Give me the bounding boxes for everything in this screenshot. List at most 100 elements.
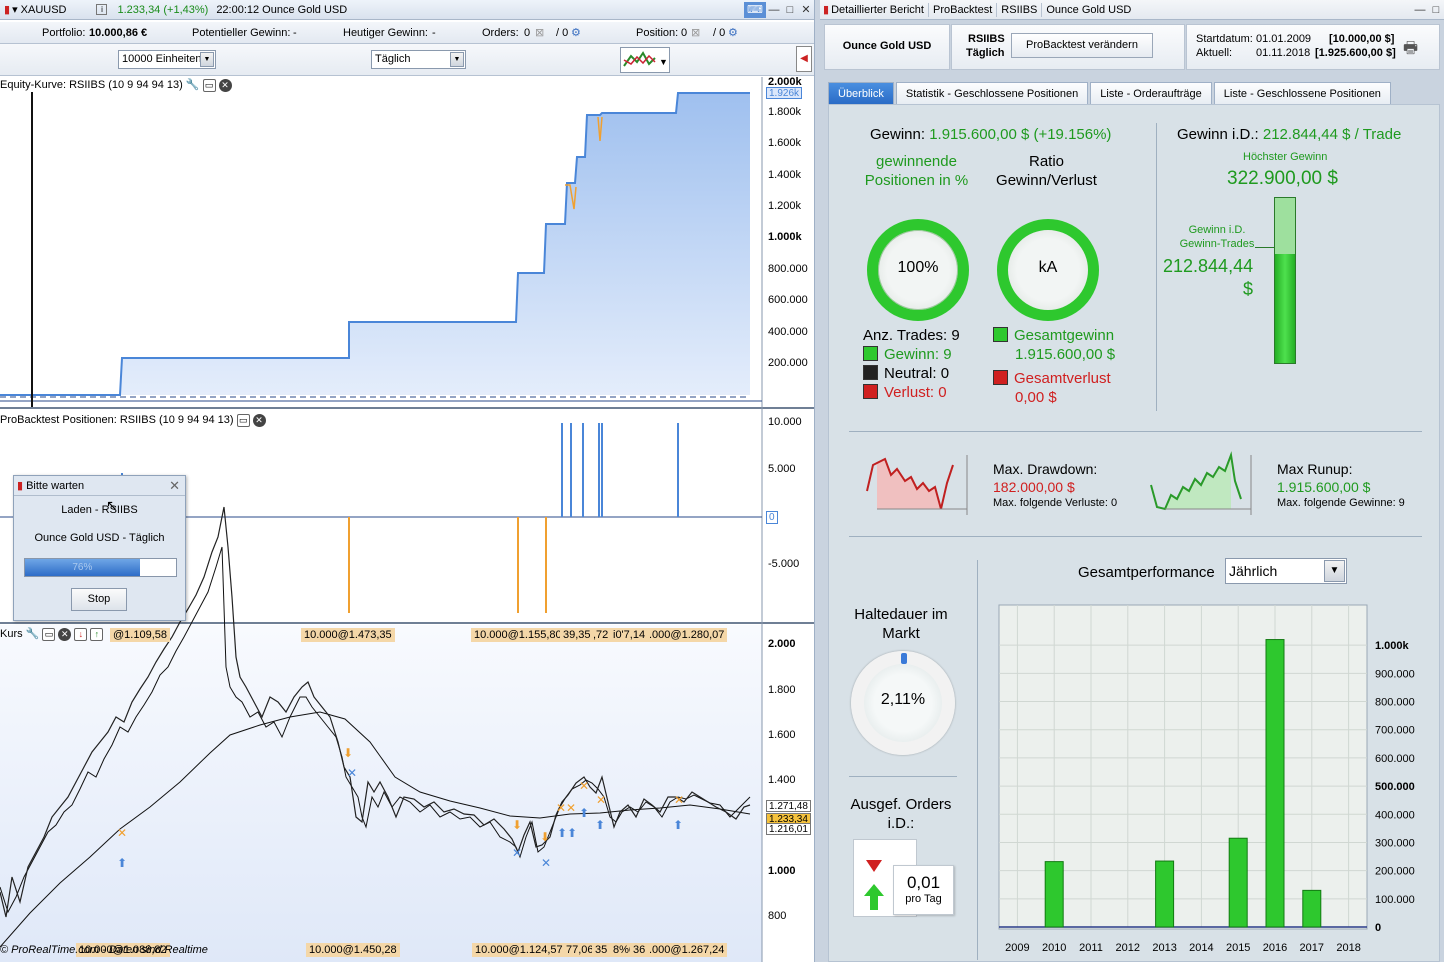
close-button[interactable]: ✕: [798, 2, 814, 18]
wrench-icon[interactable]: 🔧: [186, 78, 200, 93]
svg-text:✕: ✕: [117, 826, 127, 840]
orders-cancel-icon[interactable]: ⊠: [535, 26, 544, 39]
svg-text:✕: ✕: [512, 846, 522, 860]
minimize-button[interactable]: —: [1412, 2, 1428, 18]
quote-label: 1.233,34 (+1,43%): [117, 3, 209, 16]
sell-icon[interactable]: ↓: [74, 628, 88, 641]
total-gain-label: Gesamtgewinn: [1014, 327, 1115, 344]
chevron-down-icon: ▼: [1324, 560, 1345, 582]
svg-text:⬆: ⬆: [579, 806, 589, 820]
orders-gear-icon[interactable]: ⚙: [571, 26, 581, 39]
trade-tag: 35: [592, 943, 611, 957]
black-square-icon: [863, 365, 878, 380]
winning-label: gewinnende Positionen in %: [864, 153, 969, 189]
avg-gain-label: Gewinn i.D.:: [1177, 126, 1259, 143]
wrench-icon[interactable]: 🔧: [26, 627, 40, 642]
y-tick-label: 0: [766, 511, 778, 524]
ratio-label: Ratio Gewinn/Verlust: [996, 153, 1097, 189]
window-icon[interactable]: ▭: [202, 79, 216, 92]
info-icon[interactable]: i: [96, 4, 108, 15]
window-icon[interactable]: ▭: [42, 628, 56, 641]
day-gain-value: -: [432, 26, 436, 39]
y-tick-label: -5.000: [768, 558, 800, 570]
gain-value: 1.915.600,00 $ (+19.156%): [929, 126, 1112, 143]
max-gain-label: Höchster Gewinn: [1243, 151, 1328, 163]
gain-gauge-bar: [1274, 197, 1296, 364]
report-window: ▮ Detaillierter Bericht ProBacktest RSII…: [820, 0, 1444, 962]
position-cancel-icon[interactable]: ⊠: [691, 26, 700, 39]
tab-statistics[interactable]: Statistik - Geschlossene Positionen: [895, 82, 1089, 104]
maximize-button[interactable]: □: [782, 2, 798, 18]
pot-gain-value: -: [293, 26, 297, 39]
total-loss-label: Gesamtverlust: [1014, 370, 1111, 387]
y-tick-label: 200.000: [1375, 866, 1415, 878]
instrument-box: Ounce Gold USD: [824, 24, 950, 70]
candle-icon: ▮: [4, 4, 11, 16]
y-tick-label: 1.800: [768, 684, 796, 696]
y-tick-label: 800.000: [768, 263, 808, 275]
start-capital: [10.000,00 $]: [1329, 33, 1395, 45]
maximize-button[interactable]: □: [1428, 2, 1444, 18]
minimize-button[interactable]: —: [766, 2, 782, 18]
perf-select[interactable]: Jährlich ▼: [1225, 558, 1347, 584]
window-icon[interactable]: ▭: [236, 414, 250, 427]
orders-unit: pro Tag: [905, 893, 942, 905]
current-label: Aktuell:: [1196, 47, 1233, 59]
x-tick-label: 2015: [1226, 942, 1250, 954]
buy-icon[interactable]: ↑: [90, 628, 104, 641]
total-gain-row: Gesamtgewinn: [993, 327, 1114, 344]
modify-backtest-button[interactable]: ProBacktest verändern: [1011, 33, 1153, 58]
trade-tag: ,72: [590, 628, 612, 642]
equity-panel-header: Equity-Kurve: RSIIBS (10 9 94 94 13) 🔧 ▭…: [0, 78, 232, 93]
close-icon[interactable]: ✕: [218, 79, 232, 92]
tab-orders[interactable]: Liste - Orderaufträge: [1090, 82, 1212, 104]
x-tick-label: 2018: [1336, 942, 1360, 954]
drawdown-label: Max. Drawdown:: [993, 461, 1098, 477]
position-count: 0: [681, 26, 688, 39]
y-tick-label: 10.000: [768, 416, 802, 428]
units-select[interactable]: 10000 Einheiten ▼: [118, 50, 216, 69]
portfolio-value: 10.000,86 €: [89, 26, 148, 39]
ratio-value: kA: [1038, 259, 1058, 276]
y-tick-label: 500.000: [1375, 781, 1415, 793]
symbol-label: XAUUSD: [20, 4, 67, 16]
crumb-instrument: Ounce Gold USD: [1046, 3, 1132, 16]
period-select[interactable]: Täglich ▼: [371, 50, 466, 69]
keyboard-icon[interactable]: ⌨: [744, 1, 766, 18]
bar-2017: [1302, 889, 1322, 928]
runup-label: Max Runup:: [1277, 461, 1353, 477]
trade-tag: 39,35: [560, 628, 594, 642]
y-tick-label: 1.000k: [1375, 640, 1410, 652]
strategy-chart-icon[interactable]: ▼: [620, 47, 670, 73]
position-label: Position:: [636, 26, 679, 39]
tab-overview[interactable]: Überblick: [828, 82, 894, 104]
print-icon[interactable]: 🖶: [1403, 37, 1418, 64]
close-icon[interactable]: ✕: [58, 628, 72, 641]
close-icon[interactable]: ✕: [169, 478, 180, 494]
avg-gain-value: 212.844,44 $ / Trade: [1262, 126, 1402, 143]
report-tabs: Überblick Statistik - Geschlossene Posit…: [828, 82, 1391, 104]
chevron-down-icon: ▼: [450, 52, 464, 67]
symbol-dropdown[interactable]: ▾ XAUUSD: [12, 3, 66, 16]
svg-text:✕: ✕: [347, 766, 357, 780]
close-icon[interactable]: ✕: [252, 414, 266, 427]
position-gear-icon[interactable]: ⚙: [728, 26, 738, 39]
svg-text:▼: ▼: [659, 57, 668, 67]
equity-panel-title: Equity-Kurve: RSIIBS (10 9 94 94 13): [0, 79, 183, 91]
orders-label: Ausgef. Orders i.D.:: [850, 796, 952, 832]
losses-value: Verlust: 0: [884, 384, 947, 401]
red-square-icon: [993, 370, 1008, 385]
y-tick-label: 1.800k: [768, 106, 802, 118]
crumb-system: RSIIBS: [1001, 3, 1038, 16]
x-tick-label: 2009: [1005, 942, 1029, 954]
y-tick-label: 600.000: [1375, 753, 1415, 765]
y-tick-label: 1.400k: [768, 169, 802, 181]
report-titlebar: ▮ Detaillierter Bericht ProBacktest RSII…: [820, 0, 1444, 20]
perf-label: Gesamtperformance: [1078, 564, 1215, 581]
tab-closed-positions[interactable]: Liste - Geschlossene Positionen: [1213, 82, 1391, 104]
start-label: Startdatum:: [1196, 33, 1253, 45]
side-panel-toggle[interactable]: ◀: [796, 46, 812, 72]
stop-button[interactable]: Stop: [71, 588, 127, 611]
wins-row: Gewinn: 9: [863, 346, 952, 363]
system-name: RSIIBS: [968, 33, 1005, 45]
